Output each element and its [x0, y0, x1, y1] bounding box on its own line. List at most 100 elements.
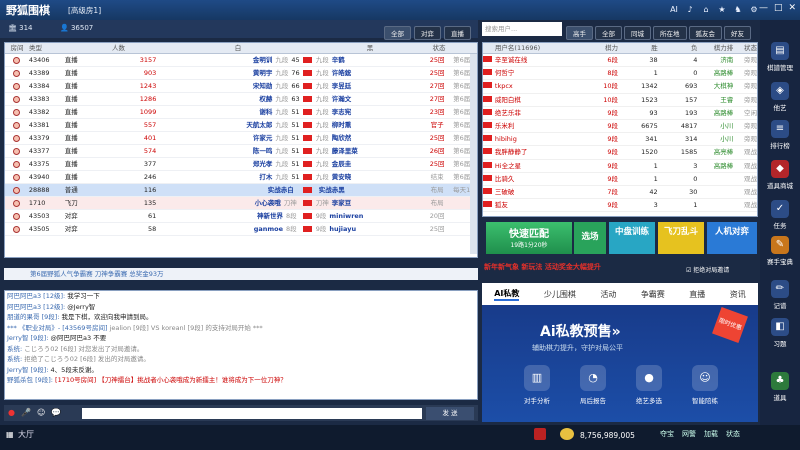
tab-location[interactable]: 所在地: [653, 26, 687, 40]
ad-banner[interactable]: Ai私教预售» 辅助棋力提升，守护对局公平 限时优惠 ▥ 对手分析 ◔ 局后报告 ●…: [482, 305, 758, 422]
treasure-link[interactable]: 夺宝: [660, 429, 674, 439]
user-name[interactable]: 三破破: [495, 186, 580, 198]
col-white[interactable]: 白: [163, 43, 313, 53]
tab-all-users[interactable]: 全部: [595, 26, 622, 40]
ad-feature-opponent[interactable]: ▥ 对手分析: [512, 363, 562, 407]
mic-icon[interactable]: 🎤: [21, 408, 31, 417]
tab-club[interactable]: 狐友会: [688, 26, 722, 40]
chat-sender[interactable]: Jerry智 [9段]:: [7, 334, 48, 342]
reject-invite-checkbox[interactable]: ☑ 拒绝对局邀请: [686, 265, 729, 274]
sidebar-problems[interactable]: ◧ 习题: [762, 318, 798, 348]
quick-match-button[interactable]: 快速匹配 19路1分20秒: [486, 222, 572, 254]
black-name[interactable]: 许瀚文: [332, 93, 352, 106]
user-row[interactable]: 三破破 7段 42 30 观战: [483, 186, 757, 200]
chat-sender[interactable]: 阿巴阿巴a3 [12级]:: [7, 292, 65, 300]
tab-ai-coach[interactable]: AI私教: [494, 288, 520, 301]
black-name[interactable]: 金辰圭: [332, 158, 352, 171]
col-black[interactable]: 黑: [313, 43, 423, 53]
user-name[interactable]: 绝艺乐菲: [495, 107, 580, 119]
table-row[interactable]: 43382 直播 1099 谢科 九段 51 九段 李志宪 23回 第6届梦: [5, 106, 477, 119]
tab-live[interactable]: 直播: [444, 26, 471, 40]
gift-icon[interactable]: [534, 428, 546, 440]
sidebar-ranking[interactable]: ≡ 排行榜: [762, 120, 798, 150]
user-row[interactable]: 狐友 9段 3 1 观战: [483, 199, 757, 213]
star-icon[interactable]: ★: [716, 4, 728, 16]
col-strength[interactable]: 棋力: [580, 43, 622, 53]
col-type[interactable]: 类型: [29, 43, 65, 53]
sidebar-guide[interactable]: ✎ 赛手宝典: [762, 236, 798, 266]
broadcast-marquee[interactable]: 第6届野狐人气争霸赛 刀神争霸赛 总奖金93万: [4, 268, 478, 280]
chat-input[interactable]: [82, 408, 422, 419]
midgame-training-button[interactable]: 中盘训练: [609, 222, 655, 254]
sidebar-shop[interactable]: ◆ 道具商城: [762, 160, 798, 190]
police-link[interactable]: 网警: [682, 429, 696, 439]
user-row[interactable]: tkpcx 10段 1342 693 大棋神 旁观: [483, 80, 757, 94]
black-name[interactable]: hujiayu: [329, 223, 356, 236]
ad-feature-multi[interactable]: ● 绝艺多选: [624, 363, 674, 407]
table-row[interactable]: 28888 普通 116 实战赤白 实战赤黑 布局 每天10: [5, 184, 477, 197]
white-name[interactable]: ganmoe: [254, 223, 283, 236]
sidebar-kifu[interactable]: ▤ 棋譜管理: [762, 42, 798, 72]
tab-kids-go[interactable]: 少儿围棋: [544, 289, 576, 300]
user-row[interactable]: 威阳白棋 10段 1523 157 王睿 旁观: [483, 94, 757, 107]
sidebar-tasks[interactable]: ✓ 任务: [762, 200, 798, 230]
white-name[interactable]: 宋知勋: [253, 80, 273, 93]
col-wins[interactable]: 胜: [622, 43, 662, 53]
table-row[interactable]: 43940 直播 246 打木 九段 51 九段 黄安晓 结束 第6届梦: [5, 171, 477, 184]
black-name[interactable]: 藤泽里菜: [332, 145, 358, 158]
table-row[interactable]: 43389 直播 903 黄明宇 九段 76 九段 许皓鋐 25回 第6届梦: [5, 67, 477, 80]
white-name[interactable]: 天航太郎: [246, 119, 272, 132]
table-row[interactable]: 43381 直播 557 天航太郎 九段 51 九段 柳时熏 官子 第6届梦: [5, 119, 477, 132]
tab-friends[interactable]: 好友: [724, 26, 751, 40]
col-status[interactable]: 状态: [423, 43, 455, 53]
sidebar-record[interactable]: ✏ 记谱: [762, 280, 798, 310]
black-name[interactable]: 柳时熏: [332, 119, 352, 132]
user-row[interactable]: 何哲宁 8段 1 0 高路棒 旁观: [483, 67, 757, 81]
black-name[interactable]: 李昱廷: [332, 80, 352, 93]
room-scrollbar[interactable]: [470, 54, 477, 254]
grid-icon[interactable]: ▦: [6, 430, 14, 439]
tab-news[interactable]: 资讯: [730, 289, 746, 300]
table-row[interactable]: 43377 直播 574 陈一鸣 九段 51 九段 藤泽里菜 26回 第6届梦: [5, 145, 477, 158]
col-username[interactable]: 用户名(11696): [495, 43, 580, 53]
user-name[interactable]: 威阳白棋: [495, 94, 580, 106]
white-name[interactable]: 陈一鸣: [253, 145, 273, 158]
black-name[interactable]: 许皓鋐: [332, 67, 352, 80]
user-row[interactable]: hibihig 9段 341 314 小川 旁观: [483, 133, 757, 147]
white-name[interactable]: 神新世界: [257, 210, 283, 223]
close-button[interactable]: ✕: [788, 3, 796, 13]
user-name[interactable]: 狐友: [495, 199, 580, 211]
user-name[interactable]: hibihig: [495, 133, 580, 145]
user-name[interactable]: Hi全之星: [495, 160, 580, 172]
chat-sender[interactable]: 朋道的果哥 [9段]:: [7, 313, 59, 321]
white-name[interactable]: 黄明宇: [253, 67, 273, 80]
white-name[interactable]: 实战赤白: [268, 184, 294, 197]
black-name[interactable]: 李志宪: [332, 106, 352, 119]
sidebar-art[interactable]: ◈ 他艺: [762, 82, 798, 112]
ai-play-button[interactable]: 人机对弈: [707, 222, 757, 254]
select-room-button[interactable]: 选场: [574, 222, 606, 254]
table-row[interactable]: 43505 对弈 58 ganmoe 8段 9段 hujiayu 25回: [5, 223, 477, 236]
user-row[interactable]: 比骑久 9段 1 0 观战: [483, 173, 757, 186]
white-name[interactable]: 金明训: [253, 54, 273, 67]
ai-icon[interactable]: AI: [668, 4, 680, 16]
chat-sender[interactable]: 阿巴阿巴a3 [12级]:: [7, 303, 65, 311]
user-name[interactable]: 乐米利: [495, 120, 580, 132]
col-strength-rank[interactable]: 棋力排: [701, 43, 734, 53]
chat-sender[interactable]: *** 《职业对局》- [43569号房间]: [7, 324, 107, 332]
col-room[interactable]: 房间: [5, 43, 29, 53]
tab-live-stream[interactable]: 直播: [689, 289, 705, 300]
white-name[interactable]: 郑光孝: [253, 158, 273, 171]
white-name[interactable]: 权赫: [259, 93, 272, 106]
table-row[interactable]: 43375 直播 377 郑光孝 九段 51 九段 金辰圭 25回 第6届梦: [5, 158, 477, 171]
tab-events[interactable]: 活动: [600, 289, 616, 300]
black-name[interactable]: 李家豆: [332, 197, 352, 210]
black-name[interactable]: 黄安晓: [332, 171, 352, 184]
online-status[interactable]: 状态: [726, 429, 740, 439]
table-row[interactable]: 43379 直播 401 许家元 九段 51 九段 陶欣然 25回 第6届梦: [5, 132, 477, 145]
black-name[interactable]: 辛鹤: [332, 54, 345, 67]
col-losses[interactable]: 负: [662, 43, 702, 53]
minimize-button[interactable]: —: [759, 3, 768, 13]
tab-tournament[interactable]: 争霸赛: [641, 289, 665, 300]
tab-experts[interactable]: 高手: [566, 26, 593, 40]
